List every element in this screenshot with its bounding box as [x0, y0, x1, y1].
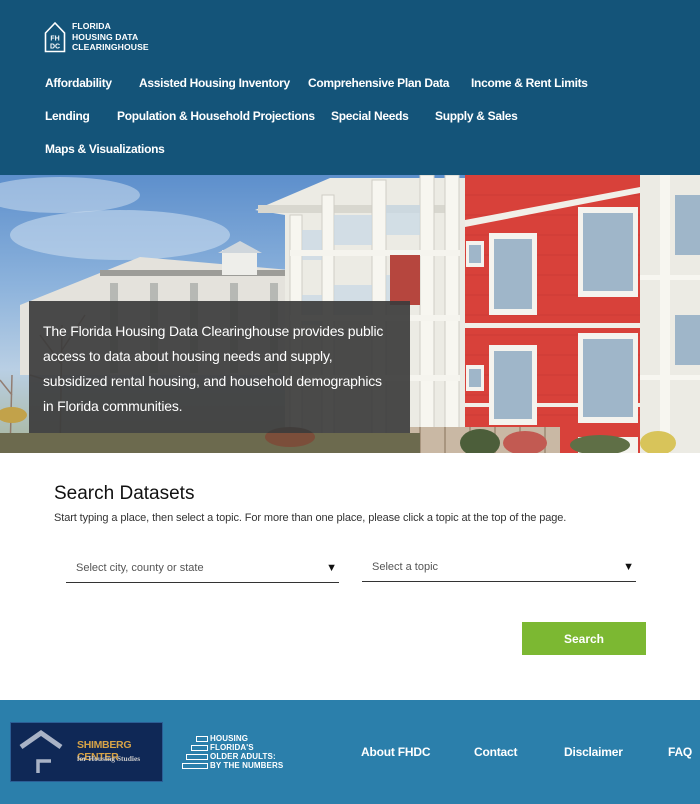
svg-text:DC: DC: [50, 44, 60, 51]
topic-select-placeholder: Select a topic: [372, 561, 439, 573]
dropdown-arrow-icon: ▼: [326, 562, 337, 574]
nav-item-comprehensive-plan-data[interactable]: Comprehensive Plan Data: [308, 76, 449, 90]
search-datasets-heading: Search Datasets: [54, 483, 195, 504]
nav-item-population-projections[interactable]: Population & Household Projections: [117, 109, 315, 123]
place-select[interactable]: Select city, county or state ▼: [66, 557, 339, 583]
logo-line: HOUSING DATA: [72, 31, 139, 42]
footer-link-about[interactable]: About FHDC: [361, 745, 431, 759]
search-instructions: Start typing a place, then select a topi…: [54, 512, 567, 524]
footer-link-contact[interactable]: Contact: [474, 745, 517, 759]
house-roof-icon: [19, 729, 63, 773]
hero-text-panel: The Florida Housing Data Clearinghouse p…: [29, 301, 410, 433]
fhdc-house-icon: FH DC: [44, 21, 66, 53]
shimberg-subtitle: for Housing Studies: [77, 754, 141, 763]
hero-banner: The Florida Housing Data Clearinghouse p…: [0, 175, 700, 453]
topic-select[interactable]: Select a topic ▼: [362, 556, 636, 582]
step-bar-icon: [196, 735, 208, 742]
svg-text:FH: FH: [50, 36, 59, 43]
step-bar-icon: [186, 753, 208, 760]
logo-line: FLORIDA: [72, 21, 111, 32]
dropdown-arrow-icon: ▼: [623, 561, 634, 573]
nav-item-affordability[interactable]: Affordability: [45, 76, 112, 90]
shimberg-center-logo[interactable]: SHIMBERG CENTER for Housing Studies: [10, 722, 163, 782]
older-adults-line: HOUSING: [196, 734, 248, 743]
nav-item-special-needs[interactable]: Special Needs: [331, 109, 409, 123]
older-adults-line: FLORIDA'S: [191, 743, 254, 752]
hero-description: The Florida Housing Data Clearinghouse p…: [43, 323, 384, 414]
search-button[interactable]: Search: [522, 622, 646, 655]
step-bar-icon: [191, 744, 208, 751]
site-logo-text: FLORIDA HOUSING DATA CLEARINGHOUSE: [72, 21, 149, 53]
step-bar-icon: [182, 762, 208, 769]
nav-item-maps-visualizations[interactable]: Maps & Visualizations: [45, 142, 165, 156]
site-logo[interactable]: FH DC FLORIDA HOUSING DATA CLEARINGHOUSE: [44, 21, 149, 53]
site-header: FH DC FLORIDA HOUSING DATA CLEARINGHOUSE…: [0, 0, 700, 175]
nav-item-lending[interactable]: Lending: [45, 109, 90, 123]
nav-item-income-rent-limits[interactable]: Income & Rent Limits: [471, 76, 588, 90]
older-adults-line: BY THE NUMBERS: [182, 761, 283, 770]
footer-link-disclaimer[interactable]: Disclaimer: [564, 745, 623, 759]
footer-link-faq[interactable]: FAQ: [668, 745, 692, 759]
nav-item-supply-sales[interactable]: Supply & Sales: [435, 109, 518, 123]
older-adults-logo[interactable]: HOUSING FLORIDA'S OLDER ADULTS: BY THE N…: [182, 734, 292, 774]
older-adults-line: OLDER ADULTS:: [186, 752, 276, 761]
nav-item-assisted-housing-inventory[interactable]: Assisted Housing Inventory: [139, 76, 290, 90]
logo-line: CLEARINGHOUSE: [72, 42, 149, 53]
place-select-placeholder: Select city, county or state: [76, 562, 204, 574]
